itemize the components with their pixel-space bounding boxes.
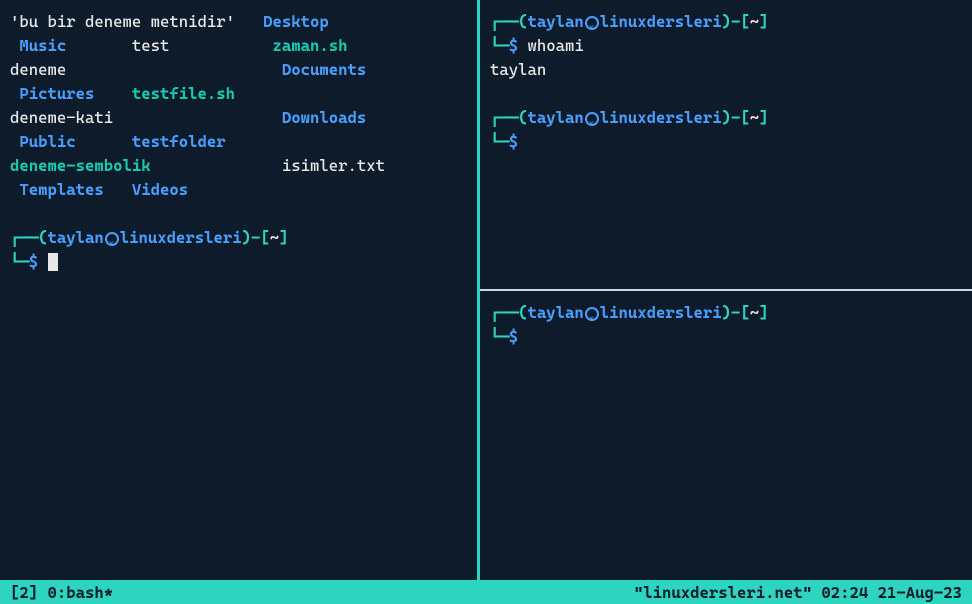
cursor — [48, 253, 58, 271]
prompt-line-1: ┌──(taylanlinuxdersleri)-[~] — [490, 10, 962, 34]
kali-icon — [105, 232, 119, 246]
ls-row: Public testfolder — [10, 130, 467, 154]
right-top-pane[interactable]: ┌──(taylanlinuxdersleri)-[~] └─$ whoami … — [480, 0, 972, 291]
command-output: taylan — [490, 58, 962, 82]
tmux-status-bar: [2] 0:bash* "linuxdersleri.net" 02:24 21… — [0, 580, 972, 604]
prompt-line-2[interactable]: └─$ — [490, 325, 962, 349]
right-bottom-pane[interactable]: ┌──(taylanlinuxdersleri)-[~] └─$ — [480, 291, 972, 580]
prompt-line-1: ┌──(taylanlinuxdersleri)-[~] — [490, 301, 962, 325]
left-pane[interactable]: 'bu bir deneme metnidir' Desktop Music t… — [0, 0, 480, 580]
prompt-line-1: ┌──(taylanlinuxdersleri)-[~] — [490, 106, 962, 130]
ls-row: 'bu bir deneme metnidir' Desktop — [10, 10, 467, 34]
ls-row: deneme-sembolik isimler.txt — [10, 154, 467, 178]
blank-line — [490, 82, 962, 106]
status-left: [2] 0:bash* — [10, 583, 113, 602]
kali-icon — [585, 307, 599, 321]
prompt-line-2[interactable]: └─$ — [10, 250, 467, 274]
ls-row: deneme Documents — [10, 58, 467, 82]
status-right: "linuxdersleri.net" 02:24 21-Aug-23 — [634, 583, 962, 602]
ls-row: Templates Videos — [10, 178, 467, 202]
prompt-line-2: └─$ whoami — [490, 34, 962, 58]
ls-row: Pictures testfile.sh — [10, 82, 467, 106]
ls-row: Music test zaman.sh — [10, 34, 467, 58]
blank-line — [10, 202, 467, 226]
kali-icon — [585, 16, 599, 30]
prompt-line-2[interactable]: └─$ — [490, 130, 962, 154]
tmux-panes: 'bu bir deneme metnidir' Desktop Music t… — [0, 0, 972, 580]
ls-row: deneme-kati Downloads — [10, 106, 467, 130]
prompt-line-1: ┌──(taylanlinuxdersleri)-[~] — [10, 226, 467, 250]
right-panes: ┌──(taylanlinuxdersleri)-[~] └─$ whoami … — [480, 0, 972, 580]
kali-icon — [585, 112, 599, 126]
